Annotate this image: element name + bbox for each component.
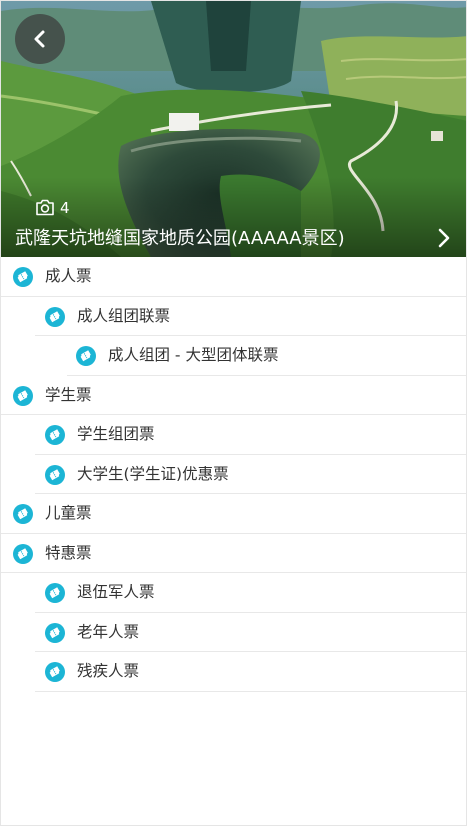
ticket-type-item[interactable]: 学生票 — [1, 376, 466, 415]
ticket-icon — [45, 583, 65, 603]
ticket-type-label: 特惠票 — [45, 543, 92, 562]
camera-icon — [36, 199, 54, 216]
ticket-icon — [13, 504, 33, 524]
chevron-right-icon[interactable] — [433, 227, 455, 249]
ticket-type-item[interactable]: 老年人票 — [1, 613, 466, 652]
ticket-type-item[interactable]: 退伍军人票 — [1, 573, 466, 613]
ticket-icon — [45, 306, 65, 327]
ticket-type-item[interactable]: 特惠票 — [1, 534, 466, 573]
app-frame: 4 武隆天坑地缝国家地质公园(AAAAA景区) 成人票成人组团联票成人组团 - … — [0, 0, 467, 826]
ticket-type-label: 大学生(学生证)优惠票 — [77, 464, 229, 483]
ticket-type-item[interactable]: 成人组团 - 大型团体联票 — [1, 336, 466, 376]
ticket-type-label: 儿童票 — [45, 504, 92, 522]
ticket-type-label: 成人票 — [45, 267, 92, 285]
ticket-icon — [76, 346, 96, 366]
ticket-type-label: 成人组团联票 — [77, 306, 171, 325]
ticket-icon — [45, 622, 65, 643]
row-divider — [35, 690, 466, 692]
ticket-type-item[interactable]: 残疾人票 — [1, 652, 466, 692]
ticket-type-label: 老年人票 — [77, 622, 140, 641]
chevron-left-icon — [34, 30, 45, 48]
ticket-icon — [13, 385, 33, 406]
ticket-type-label: 退伍军人票 — [77, 583, 155, 601]
ticket-type-label: 残疾人票 — [77, 662, 140, 680]
ticket-type-label: 成人组团 - 大型团体联票 — [108, 346, 279, 364]
ticket-icon — [45, 464, 65, 485]
ticket-type-label: 学生票 — [45, 385, 92, 404]
ticket-type-item[interactable]: 成人票 — [1, 257, 466, 297]
photo-count-value: 4 — [60, 199, 70, 217]
ticket-icon — [45, 425, 65, 445]
scenic-hero-image[interactable]: 4 武隆天坑地缝国家地质公园(AAAAA景区) — [1, 1, 466, 257]
ticket-icon — [45, 662, 65, 682]
ticket-type-item[interactable]: 大学生(学生证)优惠票 — [1, 455, 466, 494]
ticket-type-label: 学生组团票 — [77, 425, 155, 443]
back-button[interactable] — [15, 14, 65, 64]
ticket-type-item[interactable]: 成人组团联票 — [1, 297, 466, 336]
scenic-spot-title[interactable]: 武隆天坑地缝国家地质公园(AAAAA景区) — [15, 226, 415, 252]
ticket-type-list: 成人票成人组团联票成人组团 - 大型团体联票学生票学生组团票大学生(学生证)优惠… — [1, 257, 466, 692]
ticket-icon — [13, 267, 33, 287]
ticket-icon — [13, 543, 33, 564]
ticket-type-item[interactable]: 儿童票 — [1, 494, 466, 534]
ticket-type-item[interactable]: 学生组团票 — [1, 415, 466, 455]
